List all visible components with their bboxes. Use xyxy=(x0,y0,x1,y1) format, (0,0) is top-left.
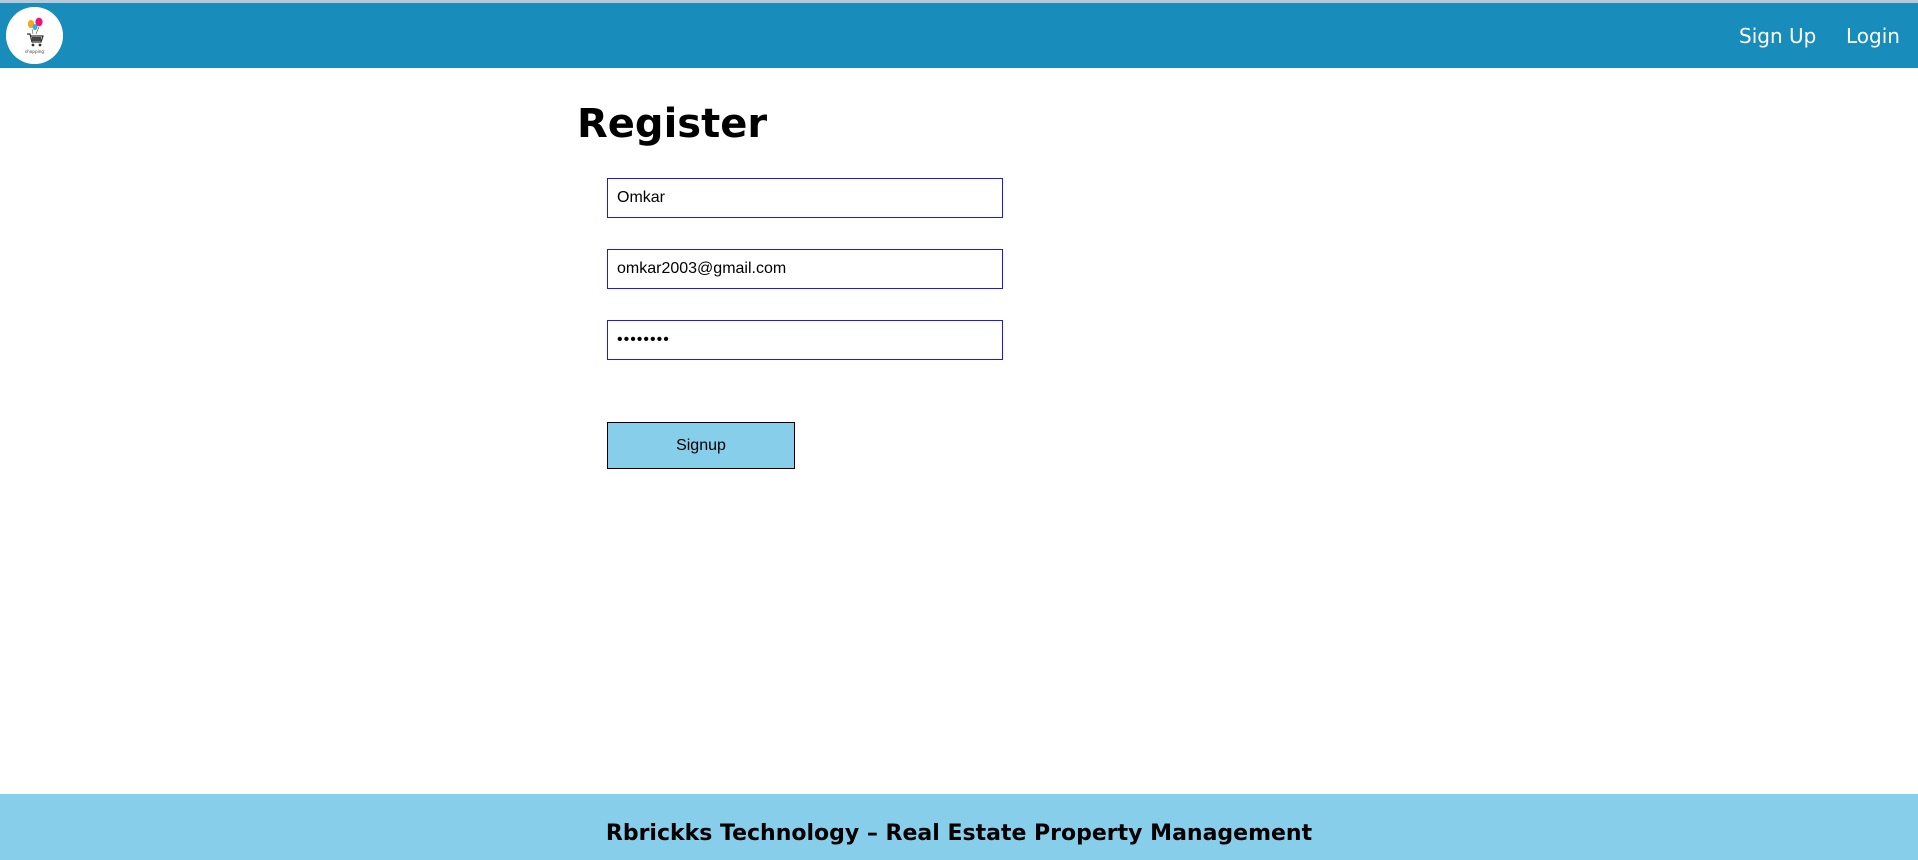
shopping-cart-balloons-logo-icon: shopping xyxy=(6,7,63,64)
navbar: shopping Sign Up Login xyxy=(0,3,1918,68)
name-field[interactable] xyxy=(607,178,1003,218)
nav-signup-link[interactable]: Sign Up xyxy=(1739,24,1816,48)
svg-text:shopping: shopping xyxy=(25,49,45,54)
page-title: Register xyxy=(577,101,768,147)
footer-text: Rbrickks Technology – Real Estate Proper… xyxy=(605,821,1313,846)
nav-login-link[interactable]: Login xyxy=(1846,24,1900,48)
footer: Rbrickks Technology – Real Estate Proper… xyxy=(0,794,1918,860)
signup-button[interactable]: Signup xyxy=(607,422,795,469)
password-field[interactable] xyxy=(607,320,1003,360)
email-field[interactable] xyxy=(607,249,1003,289)
logo[interactable]: shopping xyxy=(6,7,63,64)
